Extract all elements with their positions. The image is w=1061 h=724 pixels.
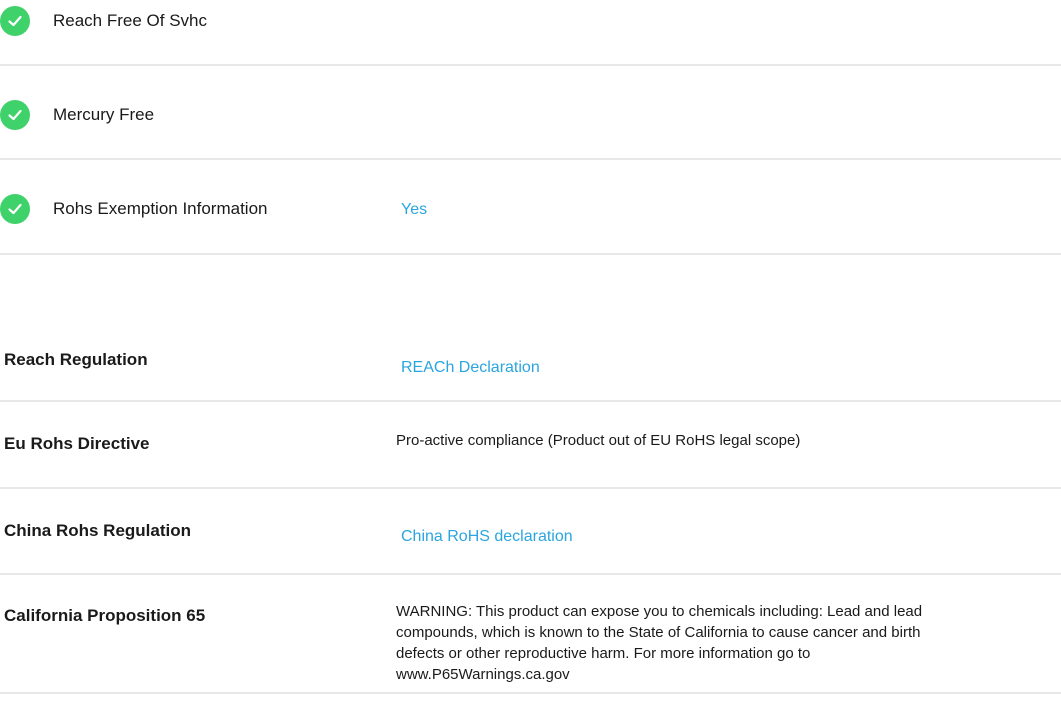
reach-declaration-link[interactable]: REACh Declaration xyxy=(401,359,540,377)
divider xyxy=(0,692,1061,694)
california-proposition-65-label: California Proposition 65 xyxy=(4,606,206,625)
china-rohs-regulation-label: China Rohs Regulation xyxy=(4,521,191,540)
divider xyxy=(0,253,1061,255)
reach-free-of-svhc-label: Reach Free Of Svhc xyxy=(53,11,208,30)
divider xyxy=(0,64,1061,66)
divider xyxy=(0,573,1061,575)
eu-rohs-directive-label: Eu Rohs Directive xyxy=(4,434,150,453)
divider xyxy=(0,487,1061,489)
warning-line: www.P65Warnings.ca.gov xyxy=(396,666,570,683)
divider xyxy=(0,158,1061,160)
eu-rohs-directive-value: Pro-active compliance (Product out of EU… xyxy=(396,432,801,449)
warning-line: compounds, which is known to the State o… xyxy=(396,624,921,641)
check-circle-icon xyxy=(0,194,30,224)
warning-line: WARNING: This product can expose you to … xyxy=(396,603,923,620)
check-circle-icon xyxy=(0,100,30,130)
china-rohs-declaration-link[interactable]: China RoHS declaration xyxy=(401,528,573,546)
reach-regulation-label: Reach Regulation xyxy=(4,350,148,369)
rohs-exemption-value: Yes xyxy=(401,201,428,218)
check-circle-icon xyxy=(0,6,30,36)
warning-line: defects or other reproductive harm. For … xyxy=(396,645,811,662)
mercury-free-label: Mercury Free xyxy=(53,105,155,124)
california-proposition-65-warning: WARNING: This product can expose you to … xyxy=(396,601,922,685)
divider xyxy=(0,400,1061,402)
rohs-exemption-information-label: Rohs Exemption Information xyxy=(53,199,268,218)
